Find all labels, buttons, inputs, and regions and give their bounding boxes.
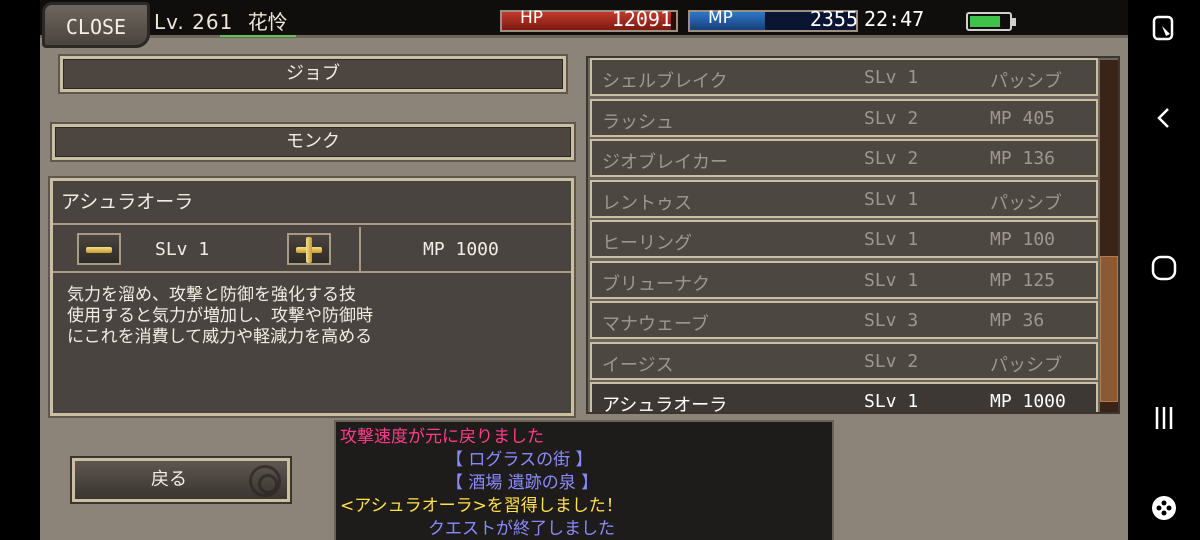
skill-row[interactable]: ラッシュ SLv 2 MP 405 [590, 98, 1098, 137]
skill-row[interactable]: ブリューナク SLv 1 MP 125 [590, 260, 1098, 299]
skill-level-row: SLv 1 MP 1000 [53, 227, 571, 273]
skill-row[interactable]: イージス SLv 2 パッシブ [590, 341, 1098, 380]
scrollbar-thumb[interactable] [1100, 256, 1118, 402]
skill-row-level: SLv 2 [864, 350, 919, 372]
clock: 22:47 [864, 7, 925, 31]
home-icon[interactable] [1150, 254, 1178, 282]
level-underline [220, 35, 296, 37]
skill-row-cost: MP 136 [990, 148, 1056, 169]
skill-row-cost: MP 405 [990, 107, 1056, 129]
skill-row-level: SLv 1 [864, 229, 919, 250]
skill-row-level: SLv 3 [864, 310, 919, 331]
divider [359, 227, 361, 273]
skill-row[interactable]: ジオブレイカー SLv 2 MP 136 [590, 139, 1098, 177]
description-line: 使用すると気力が増加し、攻撃や防御時 [67, 306, 373, 326]
close-button[interactable]: CLOSE [42, 2, 150, 48]
skill-row[interactable]: レントゥス SLv 1 パッシブ [590, 179, 1098, 218]
battery-fill [970, 16, 1001, 27]
skill-row-name: マナウェーブ [602, 314, 709, 335]
job-label-panel: ジョブ [60, 56, 566, 92]
job-label: ジョブ [286, 63, 340, 84]
skill-row-cost: MP 36 [990, 310, 1045, 331]
plus-icon-vertical [306, 237, 312, 263]
skill-row-name: ジオブレイカー [602, 152, 728, 173]
skill-row-cost: MP 100 [990, 229, 1056, 250]
minus-icon [86, 247, 112, 253]
skill-level-text: SLv 1 [155, 239, 210, 260]
description-line: 気力を溜め、攻撃と防御を強化する技 [67, 285, 356, 305]
log-line: クエストが終了しました [428, 519, 615, 539]
decrease-level-button[interactable] [77, 233, 121, 265]
log-line: 【 ログラスの街 】 [446, 450, 593, 470]
skill-row-level: SLv 1 [864, 269, 919, 291]
skill-row[interactable]: シェルブレイク SLv 1 パッシブ [590, 58, 1098, 96]
skill-row-level: SLv 1 [864, 391, 919, 412]
skill-row-cost: パッシブ [990, 354, 1062, 376]
back-button-label: 戻る [151, 469, 187, 490]
log-line: 攻撃速度が元に戻りました [340, 427, 544, 447]
log-line: <アシュラオーラ>を習得しました！ [340, 496, 623, 516]
screenshot-edit-icon[interactable] [1150, 14, 1178, 42]
skill-row-name: イージス [602, 354, 674, 376]
skill-detail-name: アシュラオーラ [53, 181, 571, 225]
back-icon[interactable] [1150, 104, 1178, 132]
skill-mp-cost: MP 1000 [423, 239, 499, 260]
skill-row[interactable]: ヒーリング SLv 1 MP 100 [590, 220, 1098, 258]
system-nav-bar [1128, 0, 1200, 540]
level-text: Lv. 261 [154, 10, 234, 34]
skill-row-cost: MP 125 [990, 269, 1056, 291]
game-tools-icon[interactable] [1150, 494, 1178, 522]
player-name: 花怜 [247, 10, 288, 34]
skill-row[interactable]: アシュラオーラ SLv 1 MP 1000 [590, 382, 1098, 414]
hp-label: HP [520, 8, 544, 28]
game-screen: Lv. 261 花怜 HP 12091 MP 2355 22:47 CLOSE … [40, 0, 1128, 540]
skill-row-name: アシュラオーラ [602, 395, 728, 414]
skill-row-name: ヒーリング [602, 233, 692, 254]
skill-detail-panel: アシュラオーラ SLv 1 MP 1000 気力を溜め、攻撃と防御を強化する技 … [50, 178, 574, 416]
back-button[interactable]: 戻る [72, 458, 290, 502]
battery-icon [966, 12, 1016, 31]
skill-row-name: シェルブレイク [602, 71, 728, 92]
skill-row-level: SLv 1 [864, 67, 919, 88]
skill-row-level: SLv 2 [864, 107, 919, 129]
scrollbar[interactable] [1100, 60, 1118, 412]
skill-row-name: ラッシュ [602, 111, 674, 133]
skill-list[interactable]: アシュラオーラ SLv 1 MP 1000 イージス SLv 2 パッシブ マナウェーブ SL… [586, 56, 1120, 414]
player-level: Lv. 261 花怜 [154, 6, 288, 35]
status-bar: Lv. 261 花怜 HP 12091 MP 2355 22:47 [40, 0, 1128, 38]
skill-row-cost: パッシブ [990, 71, 1062, 92]
mp-value: 2355 [809, 7, 858, 31]
log-line: 【 酒場 遺跡の泉 】 [446, 473, 599, 493]
skill-row[interactable]: マナウェーブ SLv 3 MP 36 [590, 301, 1098, 339]
skill-row-level: SLv 2 [864, 148, 919, 169]
skill-row-name: ブリューナク [602, 273, 710, 295]
job-value-panel: モンク [52, 124, 574, 160]
increase-level-button[interactable] [287, 233, 331, 265]
description-line: にこれを消費して威力や軽減力を高める [67, 327, 373, 347]
swirl-ornament-icon [249, 465, 281, 497]
message-log: 攻撃速度が元に戻りました【 ログラスの街 】【 酒場 遺跡の泉 】 <アシュラオー… [334, 420, 834, 540]
skill-row-cost: パッシブ [990, 192, 1062, 214]
job-value: モンク [286, 131, 340, 152]
recents-icon[interactable] [1150, 404, 1178, 432]
skill-row-level: SLv 1 [864, 188, 919, 210]
skill-description: 気力を溜め、攻撃と防御を強化する技 使用すると気力が増加し、攻撃や防御時 にこれ… [67, 285, 557, 348]
hp-value: 12091 [611, 7, 672, 31]
skill-row-cost: MP 1000 [990, 391, 1066, 412]
skill-row-name: レントゥス [602, 192, 692, 214]
mp-label: MP [708, 8, 733, 28]
